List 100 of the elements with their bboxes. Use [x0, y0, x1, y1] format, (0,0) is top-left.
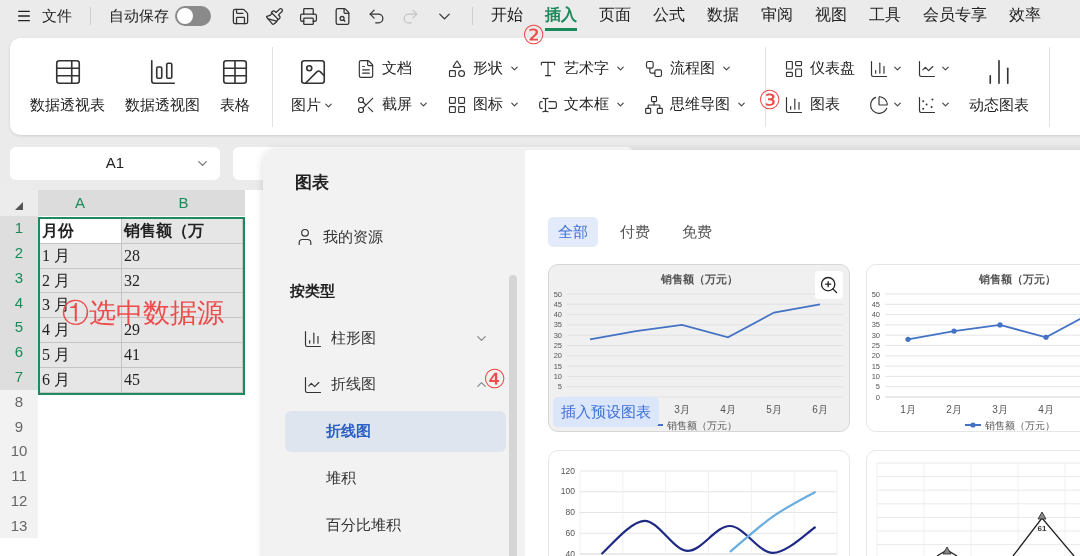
file-menu[interactable]: 文件 [42, 4, 72, 28]
row-header[interactable]: 12 [0, 488, 38, 514]
ribbon-button[interactable]: 图标 [447, 91, 520, 118]
brush-icon[interactable] [265, 6, 284, 26]
legend-label: 销售额（万元） [667, 420, 737, 431]
axis-label: 3月 [674, 404, 690, 415]
ribbon-button[interactable]: 表格 [216, 56, 254, 117]
flowchart-icon [644, 58, 664, 79]
zoom-button[interactable] [815, 271, 843, 299]
ribbon-tab[interactable]: 页面 [599, 1, 631, 31]
ribbon-tab[interactable]: 审阅 [761, 1, 793, 31]
ribbon-tab[interactable]: 数据 [707, 1, 739, 31]
axis-label: 60 [565, 527, 575, 538]
filter-tab[interactable]: 全部 [548, 217, 598, 247]
chart-card[interactable]: 61 [866, 450, 1080, 556]
axis-label: 4月 [720, 404, 736, 415]
table-cell: 5 月 [40, 343, 122, 368]
annotation-label: ③ [758, 87, 781, 113]
scissors-icon [356, 94, 376, 115]
caret-icon [892, 63, 903, 74]
dashboard-icon [784, 58, 804, 79]
caret-icon [323, 100, 334, 111]
name-box[interactable]: A1 [10, 147, 220, 180]
ribbon-button[interactable]: 流程图 [644, 55, 732, 82]
print-icon[interactable] [299, 6, 318, 26]
legend-icon [964, 422, 982, 428]
document-icon [356, 58, 376, 79]
ribbon-button[interactable]: 艺术字 [538, 55, 626, 82]
autosave-label: 自动保存 [109, 5, 169, 26]
ribbon-button[interactable]: 截屏 [356, 91, 429, 118]
subcategory-item[interactable]: 堆积 [285, 457, 506, 499]
my-resources-item[interactable]: 我的资源 [285, 225, 509, 248]
chart-title: 销售额（万元） [978, 273, 1056, 285]
ribbon-button[interactable]: 动态图表 [965, 56, 1033, 117]
data-point [905, 336, 911, 342]
caret-icon [615, 99, 626, 110]
scrollbar[interactable] [509, 275, 517, 556]
ribbon-button[interactable]: 数据透视图 [121, 56, 204, 117]
annotation-label: ② [522, 22, 545, 48]
insert-button[interactable]: 插入预设图表 [553, 397, 659, 427]
ribbon-button[interactable]: 图片 [287, 56, 338, 117]
ribbon-button[interactable]: 图表 [784, 91, 840, 118]
caret-icon [721, 63, 732, 74]
table-cell: 41 [122, 343, 243, 368]
section-title: 按类型 [289, 281, 336, 301]
dialog-title: 图表 [294, 172, 330, 194]
table-cell: 月份 [40, 219, 122, 244]
ribbon-button[interactable]: 仪表盘 [784, 55, 855, 82]
table-cell: 28 [122, 243, 243, 269]
ribbon-tab[interactable]: 插入 [545, 1, 577, 31]
data-point [951, 328, 957, 334]
bar-chart-icon [869, 58, 889, 79]
subcategory-item[interactable]: 百分比堆积 [285, 504, 506, 546]
shapes-icon [447, 58, 467, 79]
row-header[interactable]: 8 [0, 389, 38, 415]
print-preview-icon[interactable] [333, 6, 352, 26]
bar-chart-icon [303, 328, 323, 349]
ribbon-button[interactable]: 数据透视表 [26, 56, 109, 117]
filter-tab[interactable]: 免费 [672, 217, 722, 247]
ribbon-tab[interactable]: 效率 [1009, 1, 1041, 31]
annotation-label: ④ [483, 366, 506, 392]
axis-label: 2月 [946, 404, 962, 415]
table-cell: 45 [122, 367, 243, 393]
bar-chart-icon [784, 94, 804, 115]
ribbon-button[interactable]: 文本框 [538, 91, 626, 118]
ribbon-tab[interactable]: 开始 [491, 1, 523, 31]
caret-icon [509, 99, 520, 110]
caret-icon [940, 99, 951, 110]
table-cell: 销售额（万 [122, 219, 243, 244]
ribbon-button[interactable]: 思维导图 [644, 91, 747, 118]
caret-icon [736, 99, 747, 110]
line-chart-icon [303, 374, 323, 395]
caret-icon [940, 63, 951, 74]
ribbon-tab[interactable]: 公式 [653, 1, 685, 31]
row-header[interactable]: 11 [0, 463, 38, 489]
axis-label: 3月 [992, 404, 1008, 415]
row-header[interactable]: 9 [0, 414, 38, 440]
category-item[interactable]: 柱形图 [285, 315, 509, 362]
caret-icon [615, 63, 626, 74]
legend-label: 销售额（万元） [985, 420, 1055, 431]
chart-title: 销售额（万元） [660, 273, 738, 285]
ribbon-button[interactable]: 形状 [447, 55, 520, 82]
data-label: 61 [1037, 524, 1047, 533]
ribbon-button[interactable]: 文档 [356, 55, 412, 82]
subcategory-item[interactable]: 折线图 [285, 410, 506, 452]
filter-tab[interactable]: 付费 [610, 217, 660, 247]
ribbon-tab[interactable]: 工具 [869, 1, 901, 31]
menu-icon[interactable] [16, 8, 32, 24]
row-header[interactable]: 13 [0, 513, 38, 539]
axis-label: 5月 [766, 404, 782, 415]
table-cell: 6 月 [40, 367, 122, 393]
autosave-toggle[interactable] [175, 6, 211, 26]
save-icon[interactable] [231, 6, 250, 26]
ribbon-tab[interactable]: 会员专享 [923, 1, 987, 31]
select-all-icon[interactable] [15, 202, 23, 210]
chart-card[interactable]: 40 60 80 100 120 [548, 450, 850, 556]
ribbon-tab[interactable]: 视图 [815, 1, 847, 31]
row-header[interactable]: 10 [0, 439, 38, 464]
axis-label: 80 [565, 507, 575, 517]
axis-label: 1月 [900, 404, 916, 415]
